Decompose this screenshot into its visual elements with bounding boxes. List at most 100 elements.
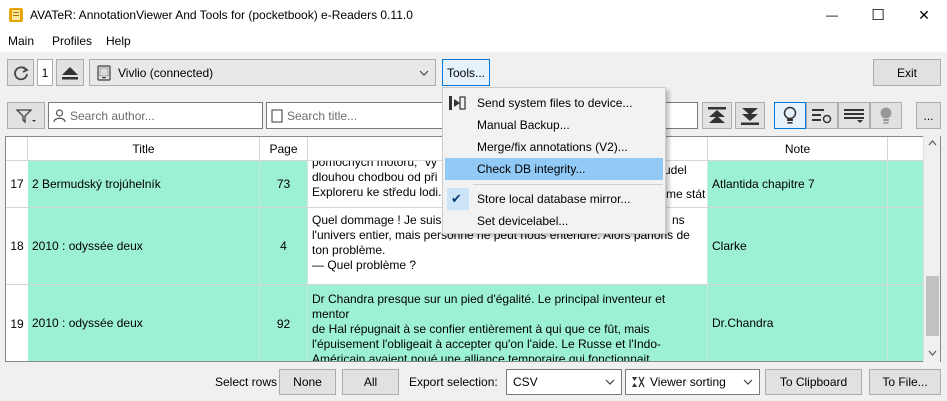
page-cell: 4 [260, 208, 308, 284]
maximize-button[interactable]: ☐ [855, 0, 901, 30]
exit-button[interactable]: Exit [873, 59, 941, 86]
maximize-icon: ☐ [871, 7, 885, 24]
select-all-button[interactable]: All [342, 369, 399, 395]
checkmark-icon: ✔ [451, 191, 462, 206]
to-clipboard-button[interactable]: To Clipboard [765, 369, 862, 395]
export-selection-label: Export selection: [409, 375, 498, 389]
export-format-select[interactable]: CSV [506, 369, 622, 395]
page-value: 4 [280, 239, 287, 253]
expand-up-icon [708, 106, 726, 123]
select-none-button[interactable]: None [279, 369, 336, 395]
header-page[interactable]: Page [260, 137, 308, 161]
vertical-scrollbar[interactable] [923, 136, 940, 362]
minimize-button[interactable]: — [809, 0, 855, 30]
close-icon: ✕ [918, 6, 930, 23]
text-line: ton problème. [312, 243, 386, 257]
note-cell: Clarke [708, 208, 888, 284]
highlight-button[interactable] [774, 102, 806, 129]
list-icon [844, 108, 864, 123]
menu-item-manual-backup[interactable]: Manual Backup... [445, 114, 663, 136]
collapse-down-icon [741, 107, 759, 125]
close-button[interactable]: ✕ [901, 0, 947, 30]
note-value: Dr.Chandra [712, 316, 774, 330]
window-title: AVATeR: AnnotationViewer And Tools for (… [30, 8, 413, 22]
device-select[interactable]: Vivlio (connected) [89, 59, 436, 86]
page-value: 92 [276, 316, 291, 331]
search-title-input[interactable]: Search title... [266, 102, 444, 129]
scroll-up-icon[interactable] [928, 140, 937, 146]
title-bar: AVATeR: AnnotationViewer And Tools for (… [0, 0, 947, 30]
row-number: 19 [6, 285, 28, 361]
app-icon [8, 7, 24, 23]
menu-item-label: Check DB integrity... [477, 162, 586, 176]
title-value: 2 Bermudský trojúhelník [32, 176, 161, 191]
chevron-down-icon [605, 379, 615, 385]
user-icon [53, 108, 66, 122]
text-line: Américain avaient noué une alliance temp… [312, 352, 650, 362]
title-value: 2010 : odyssée deux [32, 238, 143, 253]
list-settings-button[interactable] [806, 102, 838, 129]
text-cell: Dr Chandra presque sur un pied d'égalité… [308, 285, 708, 362]
note-value: Atlantida chapitre 7 [712, 176, 815, 191]
menu-item-check-db-integrity[interactable]: Check DB integrity... [445, 158, 663, 180]
menu-bar: Main Profiles Help [0, 30, 947, 52]
menu-item-send-system-files[interactable]: Send system files to device... [445, 92, 663, 114]
list-view-button[interactable] [838, 102, 870, 129]
menu-help[interactable]: Help [106, 34, 131, 48]
text-tail: me stát [666, 187, 706, 201]
text-tail: ns [672, 213, 685, 227]
header-note[interactable]: Note [708, 137, 888, 161]
text-line: l'épuisement l'obligeait à accepter qu'o… [312, 337, 662, 351]
page-cell: 92 [260, 285, 308, 361]
page-cell: 73 [260, 161, 308, 207]
title-value: 2010 : odyssée deux [32, 316, 143, 330]
refresh-icon [13, 65, 29, 80]
text-line: Dr Chandra presque sur un pied d'égalité… [312, 292, 666, 321]
row-number: 17 [6, 161, 28, 207]
sorting-value: Viewer sorting [650, 375, 726, 389]
scroll-down-icon[interactable] [928, 350, 937, 356]
count-box: 1 [37, 59, 53, 86]
menu-item-set-devicelabel[interactable]: Set devicelabel... [445, 210, 663, 232]
search-author-placeholder: Search author... [70, 108, 155, 123]
sorting-select[interactable]: Viewer sorting [625, 369, 760, 395]
no-highlight-button[interactable] [870, 102, 902, 129]
scroll-thumb[interactable] [926, 276, 939, 336]
menu-item-store-local-mirror[interactable]: ✔ Store local database mirror... [445, 188, 663, 210]
search-author-input[interactable]: Search author... [48, 102, 263, 129]
filter-icon [15, 108, 36, 124]
eject-button[interactable] [56, 59, 84, 86]
collapse-rows-button[interactable] [735, 102, 765, 129]
expand-rows-button[interactable] [702, 102, 732, 129]
note-value: Clarke [712, 238, 747, 253]
menu-profiles[interactable]: Profiles [52, 34, 92, 48]
list-gear-icon [812, 108, 832, 123]
device-label: Vivlio (connected) [118, 65, 214, 80]
header-rownum [6, 137, 28, 161]
lightbulb-off-icon [880, 107, 892, 124]
tools-menu: Send system files to device... Manual Ba… [442, 87, 666, 234]
header-title[interactable]: Title [28, 137, 260, 161]
tools-button[interactable]: Tools... [442, 59, 490, 86]
send-files-icon [449, 96, 466, 110]
more-button[interactable]: ... [916, 102, 941, 129]
note-cell: Dr.Chandra [708, 285, 888, 361]
filter-button[interactable] [7, 102, 45, 129]
device-icon [97, 64, 111, 81]
row-number: 18 [6, 208, 28, 284]
eject-icon [62, 66, 78, 79]
note-cell: Atlantida chapitre 7 [708, 161, 888, 207]
menu-main[interactable]: Main [8, 34, 34, 48]
menu-item-merge-annotations[interactable]: Merge/fix annotations (V2)... [445, 136, 663, 158]
minimize-icon: — [826, 8, 838, 22]
search-text-input-tail[interactable] [664, 102, 698, 129]
text-tail: udel [664, 163, 687, 177]
menu-item-label: Set devicelabel... [477, 214, 569, 228]
search-title-placeholder: Search title... [287, 108, 358, 123]
refresh-button[interactable] [7, 59, 34, 86]
chevron-down-icon [743, 379, 753, 385]
to-file-button[interactable]: To File... [869, 369, 941, 395]
book-icon [271, 108, 283, 123]
sort-icon [632, 376, 645, 388]
table-row[interactable]: 19 2010 : odyssée deux 92 Dr Chandra pre… [6, 285, 940, 362]
